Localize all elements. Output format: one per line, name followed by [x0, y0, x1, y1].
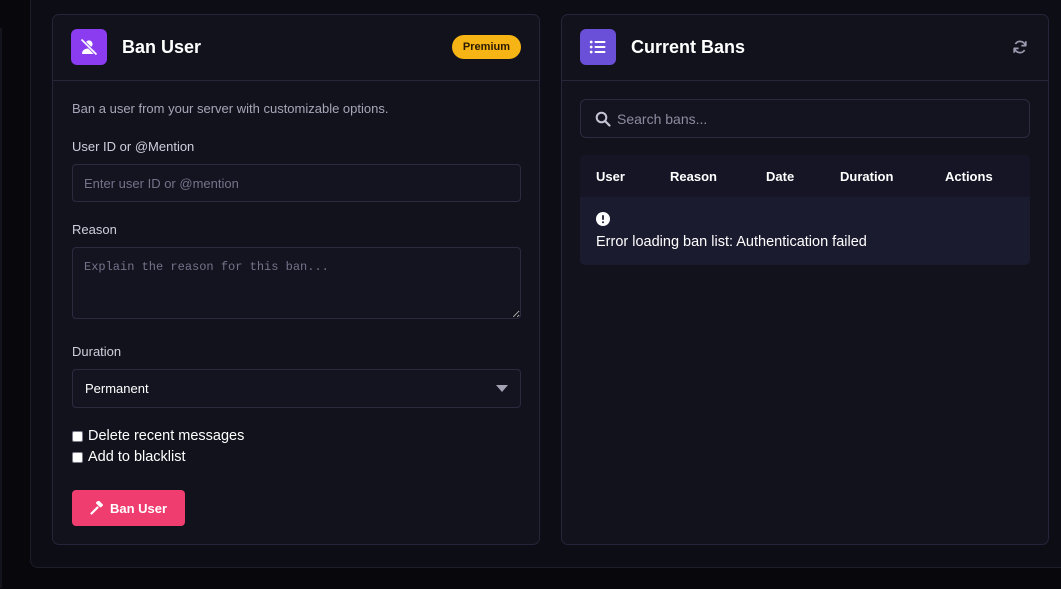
column-date: Date	[766, 169, 795, 184]
column-user: User	[596, 169, 625, 184]
current-bans-card: Current Bans User Reason Date Duration A…	[561, 14, 1049, 545]
user-id-input[interactable]	[72, 164, 521, 202]
current-bans-header: Current Bans	[562, 15, 1048, 81]
blacklist-label: Add to blacklist	[88, 449, 186, 465]
ban-user-description: Ban a user from your server with customi…	[72, 101, 389, 116]
ban-user-header: Ban User Premium	[53, 15, 539, 81]
current-bans-title: Current Bans	[631, 37, 746, 57]
duration-label: Duration	[72, 344, 122, 359]
premium-badge: Premium	[451, 35, 521, 59]
exclamation-circle-icon	[596, 212, 610, 226]
list-icon	[580, 29, 616, 65]
refresh-icon[interactable]	[1012, 39, 1028, 55]
left-edge-divider	[0, 28, 2, 588]
ban-user-title: Ban User	[122, 37, 202, 57]
column-actions: Actions	[945, 169, 993, 184]
bans-table: User Reason Date Duration Actions Error …	[580, 155, 1030, 265]
ban-user-button-label: Ban User	[109, 500, 168, 516]
duration-selected-value: Permanent	[85, 381, 149, 396]
blacklist-checkbox[interactable]	[72, 451, 83, 463]
ban-user-card: Ban User Premium Ban a user from your se…	[52, 14, 540, 545]
ban-list-error-message: Error loading ban list: Authentication f…	[596, 234, 867, 250]
delete-messages-label: Delete recent messages	[88, 428, 245, 444]
search-bans-input[interactable]	[617, 100, 1017, 137]
duration-select[interactable]: Permanent	[72, 369, 521, 408]
delete-messages-checkbox[interactable]	[72, 430, 83, 442]
gavel-icon	[90, 501, 103, 515]
caret-down-icon	[496, 385, 508, 392]
blacklist-option[interactable]: Add to blacklist	[72, 449, 186, 465]
user-id-label: User ID or @Mention	[72, 139, 195, 154]
column-reason: Reason	[670, 169, 717, 184]
delete-messages-option[interactable]: Delete recent messages	[72, 428, 244, 444]
user-slash-icon	[71, 29, 107, 65]
reason-textarea[interactable]	[72, 247, 521, 319]
column-duration: Duration	[840, 169, 894, 184]
ban-user-button[interactable]: Ban User	[72, 490, 185, 526]
search-bans-box[interactable]	[580, 99, 1030, 138]
bans-table-header: User Reason Date Duration Actions	[580, 155, 1030, 197]
search-icon	[595, 111, 611, 127]
reason-label: Reason	[72, 222, 117, 237]
